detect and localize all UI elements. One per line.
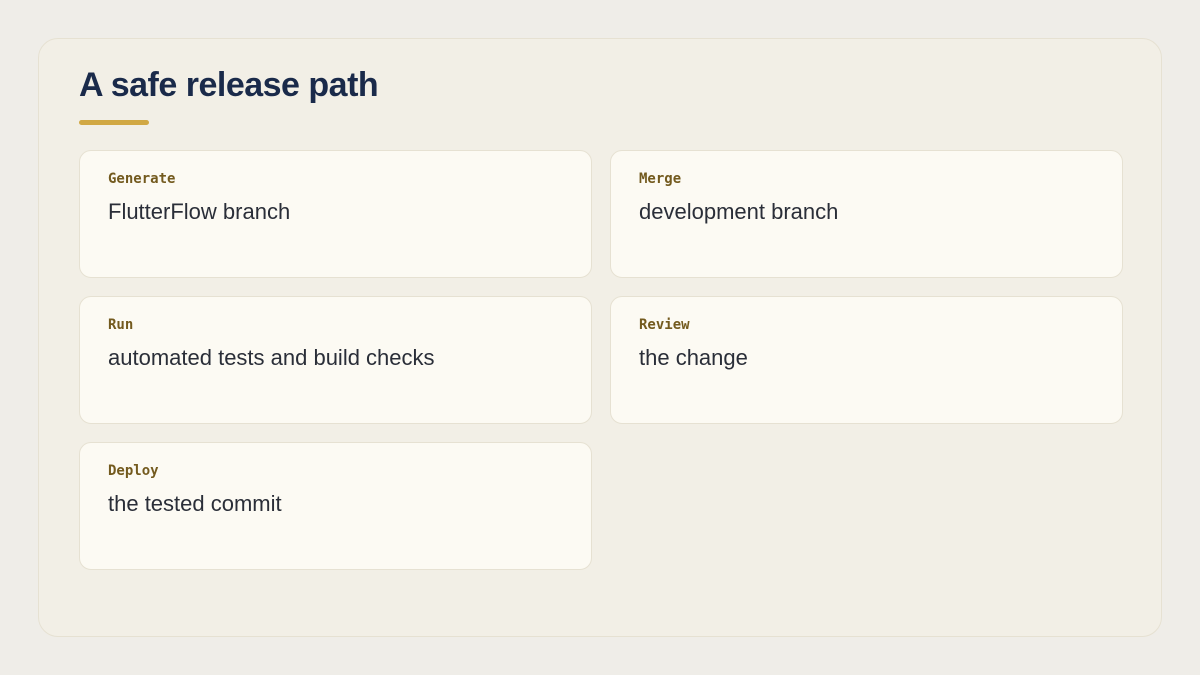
release-path-panel: A safe release path Generate FlutterFlow… xyxy=(38,38,1162,637)
step-text: the tested commit xyxy=(108,491,282,516)
step-verb: Generate xyxy=(108,171,176,187)
step-card-run: Run automated tests and build checks xyxy=(79,296,592,424)
step-text: automated tests and build checks xyxy=(108,345,435,370)
step-text: development branch xyxy=(639,199,839,224)
step-card-merge: Merge development branch xyxy=(610,150,1123,278)
step-text: FlutterFlow branch xyxy=(108,199,291,224)
step-card-review: Review the change xyxy=(610,296,1123,424)
page-title: A safe release path xyxy=(79,66,379,104)
step-verb: Merge xyxy=(639,171,682,187)
step-verb: Deploy xyxy=(108,463,159,479)
step-card-generate: Generate FlutterFlow branch xyxy=(79,150,592,278)
step-verb: Review xyxy=(639,317,690,333)
title-underline xyxy=(79,120,149,125)
step-card-deploy: Deploy the tested commit xyxy=(79,442,592,570)
step-text: the change xyxy=(639,345,748,370)
step-verb: Run xyxy=(108,317,134,333)
